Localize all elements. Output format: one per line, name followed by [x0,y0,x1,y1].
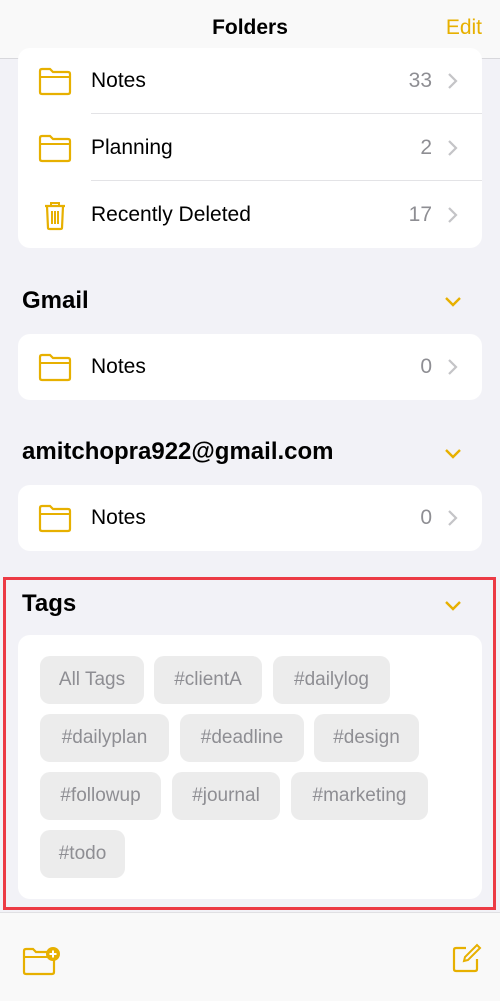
page-title: Folders [212,16,288,39]
section-header-gmail: Gmail [22,287,89,314]
folder-count: 33 [408,69,432,92]
folder-count: 17 [408,203,432,226]
folder-icon [38,504,72,533]
gmail-folders-card: Notes 0 [18,334,482,400]
tag-todo[interactable]: #todo [40,830,125,878]
folder-label: Notes [91,506,146,529]
section-header-tags: Tags [22,590,77,617]
folder-label: Planning [91,136,173,159]
new-folder-icon[interactable] [22,945,62,977]
folder-icon [38,353,72,382]
folder-count: 2 [420,136,432,159]
chevron-down-icon[interactable] [444,448,462,460]
folder-icon [38,67,72,96]
folder-label: Notes [91,355,146,378]
chevron-down-icon[interactable] [444,296,462,308]
tag-dailylog[interactable]: #dailylog [273,656,390,704]
compose-icon[interactable] [450,943,482,975]
account-folders-card: Notes 0 [18,485,482,551]
chevron-down-icon[interactable] [444,600,462,612]
folder-count: 0 [420,355,432,378]
tag-dailyplan[interactable]: #dailyplan [40,714,169,762]
folder-row-gmail-notes[interactable]: Notes 0 [18,334,482,400]
bottom-toolbar [0,912,500,1001]
folder-row-recently-deleted[interactable]: Recently Deleted 17 [18,182,482,248]
trash-icon [45,202,65,231]
chevron-right-icon [448,510,458,526]
icloud-folders-card: Notes 33 Planning 2 Recently Deleted 17 [18,48,482,248]
chevron-right-icon [448,359,458,375]
tags-card: All Tags #clientA #dailylog #dailyplan #… [18,635,482,899]
tag-clienta[interactable]: #clientA [154,656,262,704]
row-separator [91,113,482,114]
folder-label: Recently Deleted [91,203,251,226]
section-header-account: amitchopra922@gmail.com [22,438,334,465]
chevron-right-icon [448,73,458,89]
folder-icon [38,134,72,163]
folder-count: 0 [420,506,432,529]
folder-label: Notes [91,69,146,92]
tag-journal[interactable]: #journal [172,772,280,820]
tag-design[interactable]: #design [314,714,419,762]
folder-row-planning[interactable]: Planning 2 [18,115,482,181]
edit-button[interactable]: Edit [446,16,482,40]
folder-row-notes[interactable]: Notes 33 [18,48,482,114]
tag-all-tags[interactable]: All Tags [40,656,144,704]
chevron-right-icon [448,207,458,223]
tag-followup[interactable]: #followup [40,772,161,820]
chevron-right-icon [448,140,458,156]
folder-row-account-notes[interactable]: Notes 0 [18,485,482,551]
row-separator [91,180,482,181]
tag-deadline[interactable]: #deadline [180,714,304,762]
tag-marketing[interactable]: #marketing [291,772,428,820]
